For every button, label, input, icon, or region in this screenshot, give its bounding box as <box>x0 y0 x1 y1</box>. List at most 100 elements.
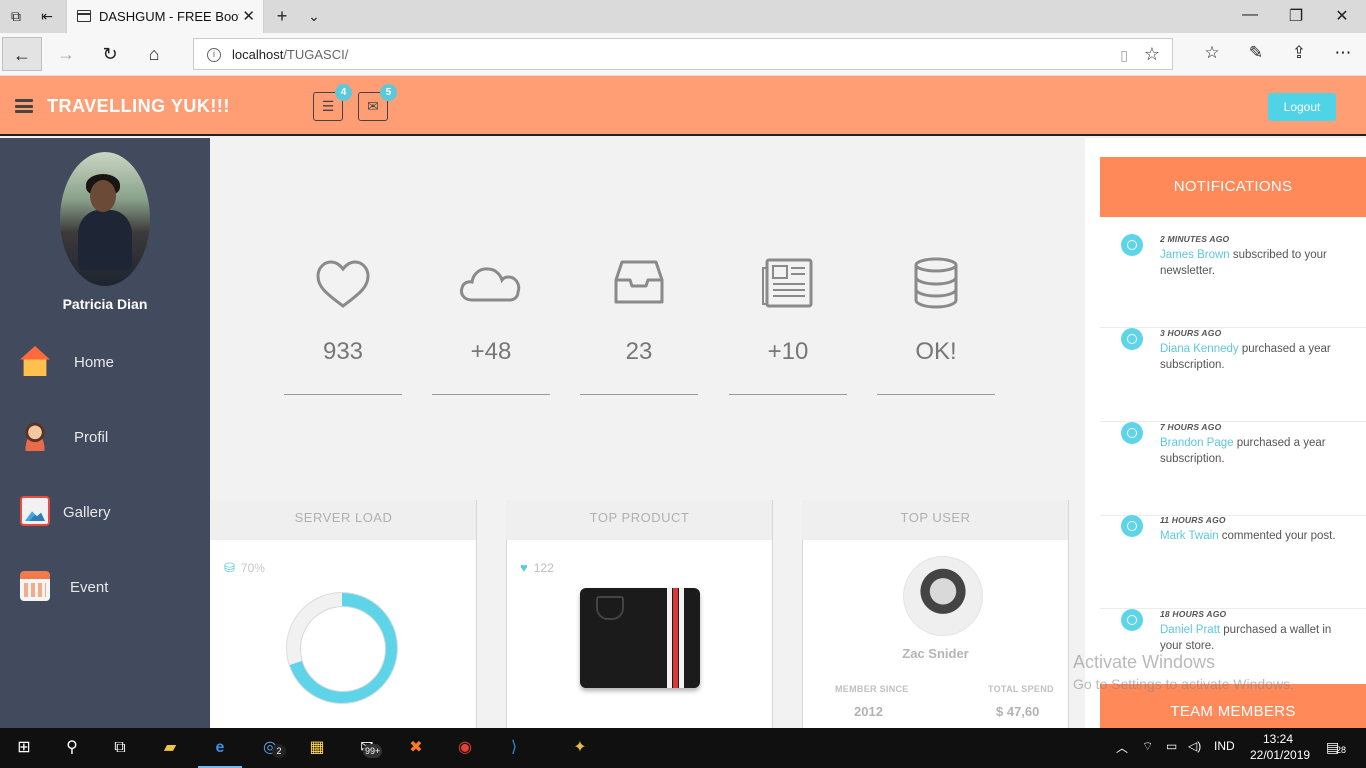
task-view-icon[interactable]: ⧉ <box>108 736 132 760</box>
server-load-panel: SERVER LOAD ⛁ 70% <box>210 500 477 728</box>
battery-icon[interactable]: ▭ <box>1166 739 1177 753</box>
notification-time: 7 HOURS AGO <box>1160 422 1222 432</box>
vscode-icon[interactable]: ⟩ <box>502 736 526 760</box>
heart-icon: ♥ <box>520 560 528 575</box>
panel-divider <box>1068 500 1069 728</box>
sidebar: Patricia Dian Home Profil Gallery Event <box>0 138 210 728</box>
sidebar-item-profil[interactable]: Profil <box>0 413 210 463</box>
stat-value: +10 <box>767 338 809 365</box>
window-close-icon[interactable]: ✕ <box>1332 6 1352 26</box>
minimize-icon[interactable]: — <box>1240 6 1260 24</box>
panel-title: SERVER LOAD <box>210 500 477 540</box>
git-icon[interactable]: ✦ <box>568 736 592 760</box>
tab-title: DASHGUM - FREE Boot: <box>99 9 239 24</box>
notifications-column: NOTIFICATIONS 2 MINUTES AGO James Brown … <box>1085 138 1366 728</box>
notification-text: James Brown subscribed to your newslette… <box>1160 249 1327 277</box>
forward-button[interactable]: → <box>46 37 86 71</box>
notification-user-link[interactable]: Brandon Page <box>1160 437 1234 449</box>
panel-title: TOP PRODUCT <box>506 500 773 540</box>
mail-button[interactable]: ✉ 5 <box>358 84 397 121</box>
chrome-icon[interactable]: ◉ <box>453 736 477 760</box>
messaging-icon[interactable]: ✉99+ <box>355 736 383 760</box>
mail-app-badge: 2 <box>272 744 286 758</box>
notification-time: 11 HOURS AGO <box>1160 515 1226 525</box>
volume-icon[interactable]: ◁) <box>1188 739 1201 753</box>
pen-notes-icon[interactable]: ✎ <box>1244 43 1268 63</box>
action-center-icon[interactable]: ▤ 28 <box>1326 739 1346 756</box>
page-favicon-icon <box>77 10 91 22</box>
notification-text: Mark Twain commented your post. <box>1160 530 1336 542</box>
show-hidden-icons-chevron[interactable]: ︿ <box>1116 739 1128 756</box>
notification-user-link[interactable]: James Brown <box>1160 249 1230 261</box>
stat-divider <box>877 394 995 395</box>
stat-inbox: 23 <box>580 256 698 396</box>
close-tab-icon[interactable]: ✕ <box>242 7 255 25</box>
stat-heart: 933 <box>284 256 402 396</box>
brand-logo[interactable]: TRAVELLING YUK!!! <box>47 96 230 117</box>
cloud-icon <box>460 267 521 302</box>
edge-browser-icon[interactable]: e <box>198 736 242 768</box>
product-wallet-image[interactable] <box>580 588 700 688</box>
browser-tab[interactable]: DASHGUM - FREE Boot: ✕ <box>66 0 264 33</box>
url-text: localhost/TUGASCI/ <box>232 47 349 62</box>
language-indicator[interactable]: IND <box>1214 739 1235 753</box>
stat-divider <box>432 394 550 395</box>
database-icon <box>914 257 958 309</box>
server-load-donut-chart <box>286 592 398 704</box>
notification-user-link[interactable]: Mark Twain <box>1160 530 1219 542</box>
mail-app-icon[interactable]: ◎ 2 <box>258 736 286 760</box>
share-icon[interactable]: ⇪ <box>1287 43 1311 63</box>
top-user-name: Zac Snider <box>902 646 969 661</box>
stat-cloud: +48 <box>432 256 550 396</box>
stat-divider <box>580 394 698 395</box>
stat-news: +10 <box>729 256 847 396</box>
tab-manager-icon[interactable]: ⧉ <box>7 7 25 25</box>
windows-start-icon[interactable]: ⊞ <box>12 736 36 760</box>
url-field[interactable]: i localhost/TUGASCI/ ▯ ☆ <box>193 38 1173 70</box>
set-aside-tabs-icon[interactable]: ⇤ <box>38 7 56 25</box>
favorites-list-icon[interactable]: ☆ <box>1200 43 1224 63</box>
notification-user-link[interactable]: Daniel Pratt <box>1160 624 1220 636</box>
tasks-button[interactable]: ☰ 4 <box>313 84 352 121</box>
home-button[interactable]: ⌂ <box>134 37 174 71</box>
hamburger-menu-icon[interactable] <box>15 99 33 113</box>
panel-divider <box>772 500 773 728</box>
stat-value: +48 <box>470 338 512 365</box>
file-explorer-icon[interactable]: ▰ <box>158 736 182 760</box>
search-icon[interactable]: ⚲ <box>60 736 84 760</box>
xampp-icon[interactable]: ✖ <box>404 736 428 760</box>
reading-view-icon[interactable]: ▯ <box>1120 47 1128 64</box>
heart-icon <box>316 260 370 308</box>
panel-title: TOP USER <box>802 500 1069 540</box>
new-tab-icon[interactable]: + <box>273 7 291 25</box>
sidebar-item-event[interactable]: Event <box>0 563 210 613</box>
person-icon <box>20 421 50 451</box>
more-options-icon[interactable]: ⋯ <box>1331 43 1355 63</box>
notification-item: 11 HOURS AGO Mark Twain commented your p… <box>1100 515 1366 609</box>
stat-divider <box>729 394 847 395</box>
stat-database: OK! <box>877 256 995 396</box>
favorite-star-icon[interactable]: ☆ <box>1144 44 1160 65</box>
gallery-icon <box>20 496 50 526</box>
notification-user-link[interactable]: Diana Kennedy <box>1160 343 1239 355</box>
system-clock[interactable]: 13:24 22/01/2019 <box>1250 731 1310 763</box>
sidebar-item-home[interactable]: Home <box>0 338 210 388</box>
tab-preview-chevron-icon[interactable]: ⌄ <box>305 7 323 25</box>
network-icon[interactable]: ⌔ <box>1142 739 1153 754</box>
sidebar-item-label: Profil <box>74 429 109 446</box>
back-button[interactable]: ← <box>2 37 42 71</box>
site-info-icon[interactable]: i <box>207 48 221 62</box>
notification-item: 3 HOURS AGO Diana Kennedy purchased a ye… <box>1100 328 1366 422</box>
top-user-avatar[interactable] <box>903 556 983 636</box>
profile-avatar[interactable] <box>60 152 150 286</box>
clock-icon <box>1121 234 1143 256</box>
mail-badge: 5 <box>380 84 397 101</box>
store-icon[interactable]: ▦ <box>305 736 329 760</box>
sidebar-item-gallery[interactable]: Gallery <box>0 488 210 538</box>
restore-icon[interactable]: ❐ <box>1286 6 1306 26</box>
sidebar-item-label: Event <box>70 579 109 596</box>
refresh-button[interactable]: ↻ <box>90 37 130 71</box>
total-spend-value: $ 47,60 <box>996 704 1040 719</box>
app-header: TRAVELLING YUK!!! ☰ 4 ✉ 5 Logout <box>0 76 1366 136</box>
logout-button[interactable]: Logout <box>1268 93 1336 121</box>
